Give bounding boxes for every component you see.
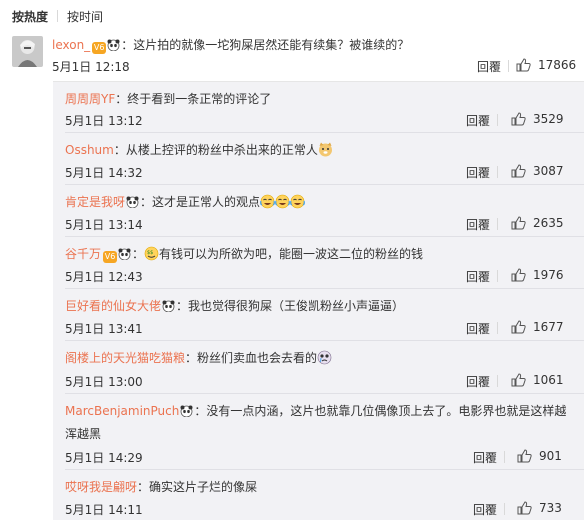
crying-emoji-icon: [317, 350, 332, 365]
panda-icon: [162, 300, 175, 312]
action-divider: [497, 270, 498, 282]
reply-author[interactable]: 哎呀我是翩呀: [65, 480, 137, 494]
reply-time: 5月1日 14:11: [65, 503, 143, 517]
reply-time: 5月1日 14:32: [65, 166, 143, 180]
reply-item: 哎呀我是翩呀：确实这片子烂的像屎 5月1日 14:11 回覆 733: [53, 470, 584, 520]
sort-by-hot-tab[interactable]: 按热度: [12, 8, 48, 25]
reply-text: ：没有一点内涵，这片也就靠几位偶像顶上去了。电影界也就是这样越: [194, 404, 567, 418]
action-divider: [497, 322, 498, 334]
reply-button[interactable]: 回覆: [473, 501, 497, 518]
thumbs-up-icon: [511, 164, 526, 178]
like-count: 1061: [533, 373, 564, 387]
reply-item: MarcBenjaminPuch ：没有一点内涵，这片也就靠几位偶像顶上去了。电影…: [53, 394, 584, 470]
thumbs-up-icon: [511, 373, 526, 387]
reply-text: 有钱可以为所欲为吧，能圈一波这二位的粉丝的钱: [159, 247, 424, 261]
reply-author[interactable]: Osshum: [65, 143, 114, 157]
reply-text: ：终于看到一条正常的评论了: [115, 92, 272, 106]
panda-icon: [126, 196, 139, 208]
thumbs-up-icon: [517, 501, 532, 515]
avatar[interactable]: [12, 36, 43, 67]
laugh-cry-emoji-icon: [260, 194, 275, 209]
reply-button[interactable]: 回覆: [466, 268, 490, 285]
reply-author[interactable]: 巨好看的仙女大佬: [65, 299, 161, 313]
reply-item: 阁楼上的天光猫吃猫粮：粉丝们卖血也会去看的 5月1日 13:00 回覆 1061: [53, 341, 584, 394]
reply-item: 巨好看的仙女大佬 ：我也觉得很狗屎（王俊凯粉丝小声逼逼） 5月1日 13:41 回…: [53, 289, 584, 341]
reply-text: ：确实这片子烂的像屎: [137, 480, 258, 494]
panda-icon: [107, 39, 120, 51]
reply-item: 谷千万 V6： $$ 有钱可以为所欲为吧，能圈一波这二位的粉丝的钱 5月1日 12:4…: [53, 237, 584, 289]
reply-author[interactable]: 阁楼上的天光猫吃猫粮: [65, 351, 185, 365]
reply-button[interactable]: 回覆: [466, 320, 490, 337]
reply-button[interactable]: 回覆: [466, 112, 490, 129]
like-count: 1976: [533, 268, 564, 282]
action-divider: [504, 451, 505, 463]
reply-button[interactable]: 回覆: [477, 58, 501, 75]
reply-button[interactable]: 回覆: [466, 373, 490, 390]
reply-time: 5月1日 13:41: [65, 322, 143, 336]
like-count: 17866: [538, 58, 577, 72]
svg-text:$$: $$: [147, 250, 153, 256]
like-count: 1677: [533, 320, 564, 334]
action-divider: [504, 503, 505, 515]
reply-author[interactable]: 周周周YF: [65, 92, 115, 106]
reply-button[interactable]: 回覆: [473, 449, 497, 466]
thumbs-up-icon: [511, 112, 526, 126]
reply-time: 5月1日 12:43: [65, 270, 143, 284]
action-divider: [497, 166, 498, 178]
reply-button[interactable]: 回覆: [466, 216, 490, 233]
thumbs-up-icon: [511, 268, 526, 282]
comment-author[interactable]: lexon_: [52, 38, 90, 52]
reply-time: 5月1日 14:29: [65, 451, 143, 465]
reply-item: 周周周YF：终于看到一条正常的评论了 5月1日 13:12 回覆 3529: [53, 82, 584, 133]
comment-time: 5月1日 12:18: [52, 60, 130, 74]
action-divider: [508, 60, 509, 72]
reply-time: 5月1日 13:12: [65, 114, 143, 128]
vip-badge-icon: V6: [103, 251, 118, 263]
money-emoji-icon: $$: [144, 246, 159, 261]
sort-by-time-tab[interactable]: 按时间: [67, 8, 103, 25]
sort-bar: 按热度 按时间: [0, 0, 584, 31]
laugh-cry-emoji-icon: [275, 194, 290, 209]
reply-text: ：粉丝们卖血也会去看的: [185, 351, 318, 365]
action-divider: [497, 375, 498, 387]
thumbs-up-icon: [511, 320, 526, 334]
like-count: 3529: [533, 112, 564, 126]
panda-icon: [118, 248, 131, 260]
like-count: 3087: [533, 164, 564, 178]
like-count: 901: [539, 449, 562, 463]
action-divider: [497, 114, 498, 126]
reply-item: 肯定是我呀 ：这才是正常人的观点 5月1日 13:14 回覆 2635: [53, 185, 584, 237]
thumbs-up-icon: [511, 216, 526, 230]
panda-icon: [180, 405, 193, 417]
reply-author[interactable]: 肯定是我呀: [65, 195, 125, 209]
reply-author[interactable]: 谷千万: [65, 247, 101, 261]
sort-divider: [57, 10, 58, 22]
reply-text: ：我也觉得很狗屎（王俊凯粉丝小声逼逼）: [176, 299, 405, 313]
main-comment-line: lexon_ V6 ：这片拍的就像一坨狗屎居然还能有续集？被谁续的？: [52, 36, 409, 54]
replies-list: 周周周YF：终于看到一条正常的评论了 5月1日 13:12 回覆 3529 Os…: [53, 81, 584, 520]
laugh-cry-emoji-icon: [290, 194, 305, 209]
thumbs-up-icon: [516, 58, 531, 72]
reply-text-continued: 浑越黑: [65, 427, 102, 441]
thumbs-up-icon: [517, 449, 532, 463]
reply-button[interactable]: 回覆: [466, 164, 490, 181]
doge-emoji-icon: [318, 142, 332, 157]
main-comment: lexon_ V6 ：这片拍的就像一坨狗屎居然还能有续集？被谁续的？ 5月1日 12…: [0, 31, 584, 81]
action-divider: [497, 218, 498, 230]
reply-time: 5月1日 13:00: [65, 375, 143, 389]
vip-badge-icon: V6: [92, 42, 107, 54]
like-count: 733: [539, 501, 562, 515]
reply-time: 5月1日 13:14: [65, 218, 143, 232]
reply-item: Osshum：从楼上控评的粉丝中杀出来的正常人 5月1日 14:32 回覆 30…: [53, 133, 584, 185]
reply-text: ：从楼上控评的粉丝中杀出来的正常人: [113, 143, 318, 157]
reply-author[interactable]: MarcBenjaminPuch: [65, 404, 179, 418]
comment-text: ：这片拍的就像一坨狗屎居然还能有续集？被谁续的？: [121, 38, 410, 52]
like-count: 2635: [533, 216, 564, 230]
reply-text: ：这才是正常人的观点: [140, 195, 261, 209]
